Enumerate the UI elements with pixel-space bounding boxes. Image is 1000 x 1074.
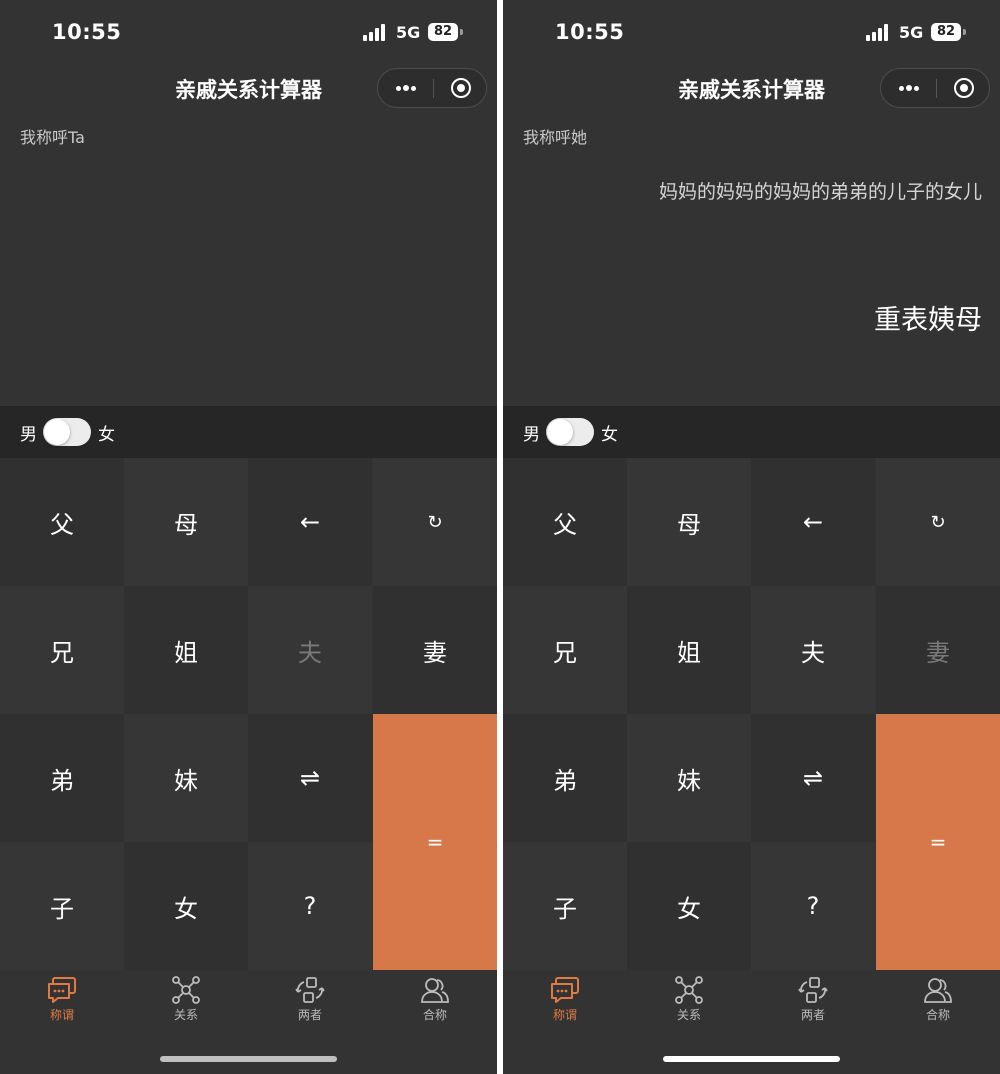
gender-bar: 男 女	[0, 406, 497, 458]
key-elder-sister[interactable]: 姐	[627, 586, 751, 714]
key-swap[interactable]: ⇌	[248, 714, 372, 842]
tab-relation[interactable]: 关系	[124, 976, 248, 1023]
tab-relation[interactable]: 关系	[627, 976, 751, 1023]
key-question[interactable]: ?	[751, 842, 875, 970]
key-reset[interactable]: ↻	[373, 458, 497, 586]
key-mother[interactable]: 母	[124, 458, 248, 586]
key-mother[interactable]: 母	[627, 458, 751, 586]
battery-tip	[460, 29, 463, 35]
key-equals[interactable]: =	[373, 714, 497, 970]
key-daughter[interactable]: 女	[124, 842, 248, 970]
status-time: 10:55	[52, 20, 122, 44]
capsule-divider	[433, 79, 434, 98]
signal-icon	[866, 24, 890, 41]
tab-relation-label: 关系	[676, 1008, 701, 1022]
tab-joint[interactable]: 合称	[373, 976, 497, 1023]
key-younger-sister[interactable]: 妹	[627, 714, 751, 842]
gender-bar: 男 女	[503, 406, 1000, 458]
gender-female-label: 女	[601, 425, 618, 445]
gender-male-label: 男	[523, 425, 540, 445]
key-elder-brother[interactable]: 兄	[0, 586, 124, 714]
prompt-label: 我称呼Ta	[20, 128, 85, 147]
key-elder-sister[interactable]: 姐	[124, 586, 248, 714]
close-target-icon[interactable]	[451, 78, 471, 98]
toggle-knob	[44, 419, 70, 445]
keypad: 父 母 ← ↻ 兄 姐 夫 妻 弟 妹 ⇌ = 子 女 ?	[0, 458, 497, 970]
gender-female-label: 女	[98, 425, 115, 445]
capsule-divider	[936, 79, 937, 98]
tab-joint[interactable]: 合称	[876, 976, 1000, 1023]
key-elder-brother[interactable]: 兄	[503, 586, 627, 714]
battery-icon: 82	[931, 23, 961, 41]
key-wife[interactable]: 妻	[373, 586, 497, 714]
battery-tip	[963, 29, 966, 35]
key-husband[interactable]: 夫	[248, 586, 372, 714]
battery-icon: 82	[428, 23, 458, 41]
close-target-icon[interactable]	[954, 78, 974, 98]
key-younger-brother[interactable]: 弟	[0, 714, 124, 842]
key-father[interactable]: 父	[0, 458, 124, 586]
network-nodes-icon	[172, 976, 200, 1004]
tab-address[interactable]: 称谓	[0, 976, 124, 1023]
gender-toggle[interactable]	[43, 418, 91, 446]
tab-address-label: 称谓	[49, 1008, 74, 1022]
toggle-knob	[547, 419, 573, 445]
tab-both-label: 两者	[297, 1008, 322, 1022]
tab-joint-label: 合称	[925, 1008, 950, 1022]
key-son[interactable]: 子	[503, 842, 627, 970]
people-icon	[421, 978, 449, 1003]
network-type: 5G	[899, 23, 924, 42]
key-daughter[interactable]: 女	[627, 842, 751, 970]
gender-male-label: 男	[20, 425, 37, 445]
network-type: 5G	[396, 23, 421, 42]
tab-both-label: 两者	[800, 1008, 825, 1022]
exchange-icon	[798, 977, 828, 1003]
phone-screen-left: 10:55 5G 82 亲戚关系计算器 我称呼Ta 男 女 父 母 ← ↻ 兄 …	[0, 0, 497, 1074]
key-swap[interactable]: ⇌	[751, 714, 875, 842]
tab-both[interactable]: 两者	[751, 976, 875, 1023]
key-younger-sister[interactable]: 妹	[124, 714, 248, 842]
more-menu-icon[interactable]	[881, 69, 936, 107]
result-title: 重表姨母	[874, 305, 982, 336]
key-question[interactable]: ?	[248, 842, 372, 970]
people-icon	[924, 978, 952, 1003]
key-backspace[interactable]: ←	[751, 458, 875, 586]
key-husband[interactable]: 夫	[751, 586, 875, 714]
tab-relation-label: 关系	[173, 1008, 198, 1022]
status-time: 10:55	[555, 20, 625, 44]
exchange-icon	[295, 977, 325, 1003]
miniprogram-capsule	[880, 68, 990, 108]
status-bar: 10:55 5G 82	[0, 0, 497, 64]
signal-icon	[363, 24, 387, 41]
miniprogram-capsule	[377, 68, 487, 108]
home-indicator	[160, 1056, 337, 1062]
network-nodes-icon	[675, 976, 703, 1004]
key-equals[interactable]: =	[876, 714, 1000, 970]
keypad: 父 母 ← ↻ 兄 姐 夫 妻 弟 妹 ⇌ = 子 女 ?	[503, 458, 1000, 970]
key-reset[interactable]: ↻	[876, 458, 1000, 586]
tab-joint-label: 合称	[422, 1008, 447, 1022]
chat-bubble-icon	[48, 977, 76, 1003]
chat-bubble-icon	[551, 977, 579, 1003]
more-menu-icon[interactable]	[378, 69, 433, 107]
key-son[interactable]: 子	[0, 842, 124, 970]
status-bar: 10:55 5G 82	[503, 0, 1000, 64]
relation-expression: 妈妈的妈妈的妈妈的弟弟的儿子的女儿	[658, 181, 982, 203]
prompt-label: 我称呼她	[523, 128, 588, 147]
key-younger-brother[interactable]: 弟	[503, 714, 627, 842]
gender-toggle[interactable]	[546, 418, 594, 446]
key-backspace[interactable]: ←	[248, 458, 372, 586]
key-wife[interactable]: 妻	[876, 586, 1000, 714]
home-indicator	[663, 1056, 840, 1062]
phone-screen-right: 10:55 5G 82 亲戚关系计算器 我称呼她 妈妈的妈妈的妈妈的弟弟的儿子的…	[503, 0, 1000, 1074]
tab-address-label: 称谓	[552, 1008, 577, 1022]
key-father[interactable]: 父	[503, 458, 627, 586]
tab-address[interactable]: 称谓	[503, 976, 627, 1023]
tab-both[interactable]: 两者	[248, 976, 372, 1023]
